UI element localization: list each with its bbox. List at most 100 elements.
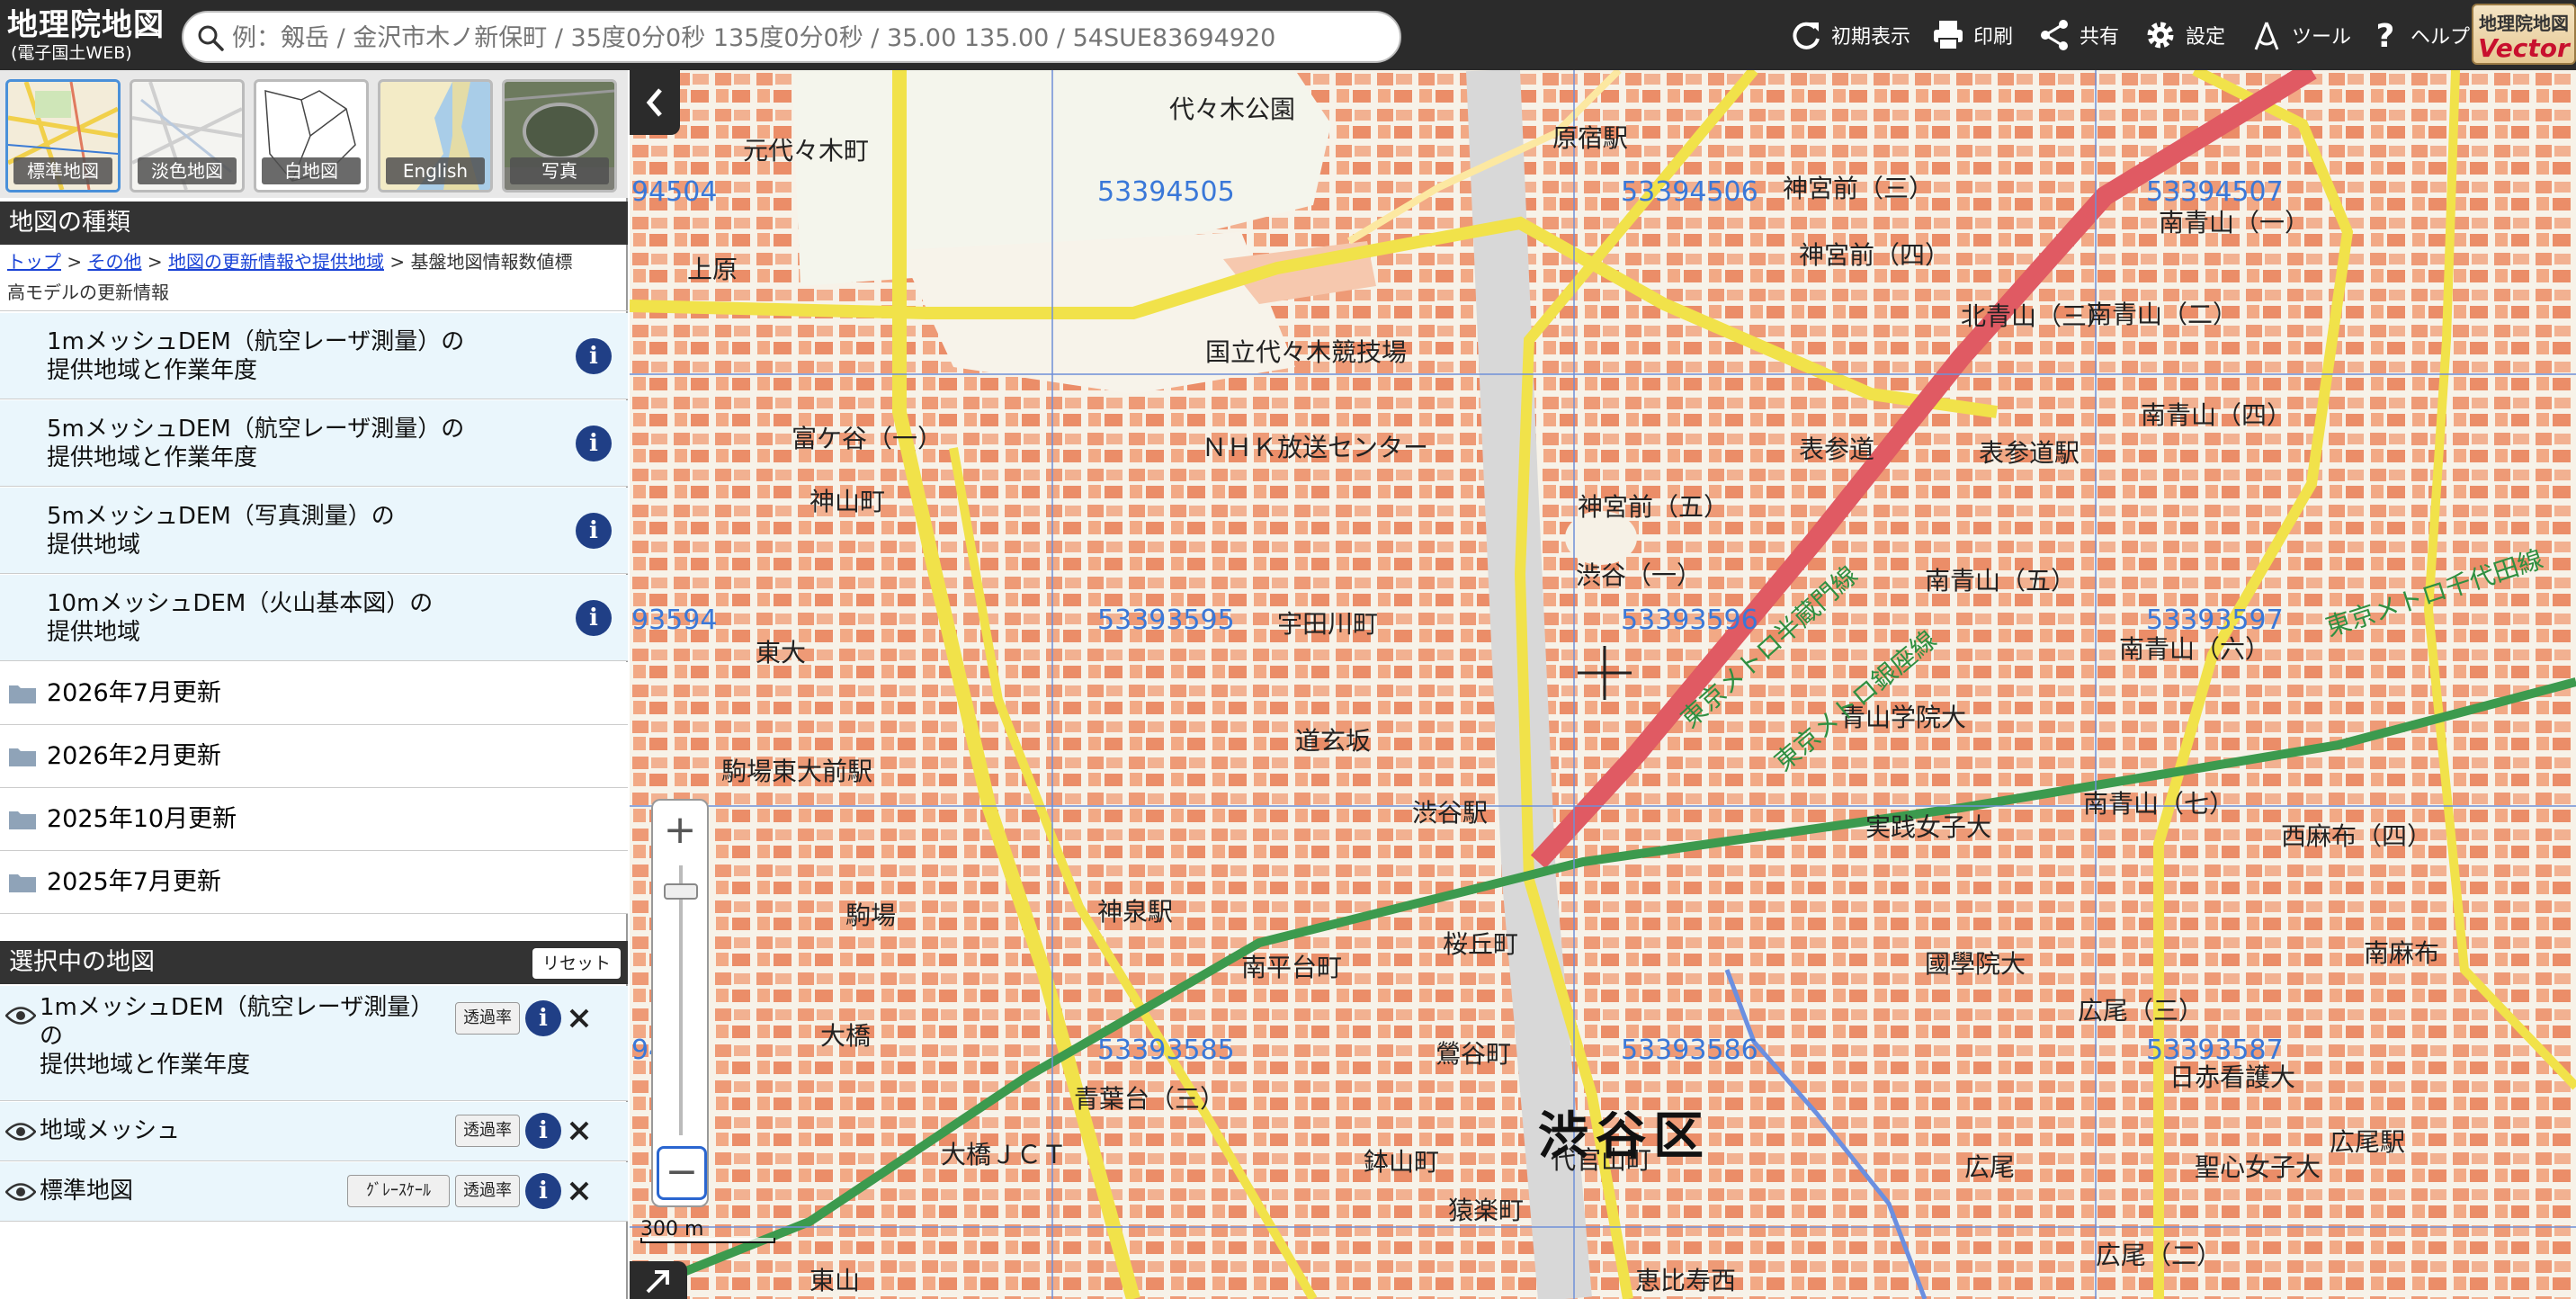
- expand-button[interactable]: [630, 1261, 687, 1299]
- info-icon[interactable]: i: [525, 1173, 561, 1209]
- place-label: 日赤看護大: [2169, 1062, 2296, 1092]
- help-icon: ?: [2376, 18, 2395, 53]
- breadcrumb-current-cont: 高モデルの更新情報: [7, 282, 169, 303]
- eye-icon[interactable]: [5, 1122, 36, 1142]
- logo-subtitle: (電子国土WEB): [11, 43, 132, 63]
- share-button[interactable]: 共有: [2036, 9, 2119, 61]
- place-label: 南青山（七）: [2083, 789, 2235, 819]
- print-label: 印刷: [1973, 26, 2014, 49]
- tools-button[interactable]: ツール: [2249, 9, 2351, 61]
- place-label: 原宿駅: [1552, 123, 1629, 153]
- close-icon[interactable]: [567, 1118, 592, 1143]
- map-canvas[interactable]: 94504 53394505 53394506 53394507 93594 5…: [630, 70, 2576, 1299]
- info-icon[interactable]: i: [525, 1000, 561, 1036]
- eye-icon[interactable]: [5, 1182, 36, 1202]
- eye-icon[interactable]: [5, 1006, 36, 1026]
- breadcrumb-update-link[interactable]: 地図の更新情報や提供地域: [168, 251, 384, 273]
- zoom-slider-track[interactable]: [679, 865, 683, 1135]
- basemap-english[interactable]: English: [378, 79, 493, 193]
- folder-label: 2026年2月更新: [47, 742, 221, 770]
- place-label: 神宮前（五）: [1578, 492, 1730, 522]
- share-icon: [2041, 20, 2068, 50]
- zoom-out-button[interactable]: −: [657, 1146, 707, 1200]
- close-icon[interactable]: [567, 1178, 592, 1204]
- info-icon[interactable]: i: [576, 513, 612, 549]
- breadcrumb-other-link[interactable]: その他: [87, 251, 141, 273]
- info-icon[interactable]: i: [576, 338, 612, 374]
- tools-label: ツール: [2292, 26, 2352, 49]
- place-label: 大橋: [820, 1021, 872, 1051]
- mesh-code-label: 93594: [631, 605, 718, 636]
- selected-layer-standard: 標準地図 ｸﾞﾚｰｽｹｰﾙ 透過率 i: [0, 1162, 628, 1222]
- place-label: 表参道: [1799, 434, 1875, 464]
- layer-item-10m-dem-volcano[interactable]: 10mメッシュDEM（火山基本図）の 提供地域 i: [0, 575, 628, 661]
- chevron-left-icon: [646, 88, 662, 117]
- place-label: 広尾駅: [2330, 1127, 2406, 1157]
- basemap-photo[interactable]: 写真: [502, 79, 617, 193]
- scale-bar-line: [640, 1238, 775, 1243]
- share-label: 共有: [2080, 26, 2120, 49]
- folder-2025-07[interactable]: 2025年7月更新: [0, 851, 628, 914]
- search-icon[interactable]: [196, 23, 225, 52]
- folder-label: 2025年7月更新: [47, 868, 221, 896]
- ward-label: 渋谷区: [1538, 1107, 1711, 1166]
- place-label: 南青山（一）: [2159, 208, 2311, 237]
- help-label: ヘルプ: [2411, 26, 2471, 49]
- place-label: 桜丘町: [1443, 929, 1519, 959]
- zoom-slider-handle[interactable]: [664, 883, 698, 900]
- print-button[interactable]: 印刷: [1930, 9, 2013, 61]
- vector-logo[interactable]: 地理院地図 Vector: [2472, 4, 2576, 65]
- place-label: 聖心女子大: [2195, 1152, 2321, 1182]
- close-icon[interactable]: [567, 1006, 592, 1031]
- mesh-code-label: 94504: [631, 176, 718, 208]
- folder-2026-07[interactable]: 2026年7月更新: [0, 662, 628, 725]
- vector-logo-title: 地理院地図: [2479, 13, 2569, 34]
- print-icon: [1934, 21, 1963, 50]
- collapse-sidebar-button[interactable]: [630, 70, 680, 135]
- basemap-blank[interactable]: 白地図: [254, 79, 369, 193]
- selected-layer-label: 標準地図: [40, 1178, 134, 1205]
- folder-2026-02[interactable]: 2026年2月更新: [0, 725, 628, 788]
- transparency-button[interactable]: 透過率: [455, 1175, 520, 1207]
- zoom-in-button[interactable]: +: [653, 801, 707, 860]
- layer-item-5m-dem-laser[interactable]: 5mメッシュDEM（航空レーザ測量）の 提供地域と作業年度 i: [0, 400, 628, 487]
- mesh-code-label: 53393586: [1621, 1035, 1758, 1066]
- basemap-pale[interactable]: 淡色地図: [130, 79, 245, 193]
- place-label: 南青山（二）: [2087, 300, 2239, 329]
- place-label: 富ケ谷（一）: [792, 424, 944, 453]
- info-icon[interactable]: i: [525, 1113, 561, 1149]
- basemap-standard-label: 標準地図: [13, 157, 112, 184]
- layer-item-5m-dem-photo[interactable]: 5mメッシュDEM（写真測量）の 提供地域 i: [0, 488, 628, 574]
- zoom-control: + −: [651, 799, 709, 1207]
- place-label: 広尾（二）: [2096, 1241, 2223, 1270]
- app-logo[interactable]: 地理院地図 (電子国土WEB): [7, 7, 176, 65]
- search-input[interactable]: [232, 20, 1383, 56]
- transparency-button[interactable]: 透過率: [455, 1002, 520, 1035]
- info-icon[interactable]: i: [576, 426, 612, 461]
- reset-button[interactable]: リセット: [532, 948, 621, 979]
- basemap-standard[interactable]: 標準地図: [5, 79, 121, 193]
- selected-layer-label: 1mメッシュDEM（航空レーザ測量）の提供地域と作業年度: [40, 994, 434, 1079]
- mesh-code-label: 53393596: [1621, 605, 1758, 636]
- transparency-button[interactable]: 透過率: [455, 1115, 520, 1147]
- sidebar: 標準地図 淡色地図 白地図 English 写真 地図の種類 トップ > その他…: [0, 70, 628, 1299]
- place-label: 渋谷（一）: [1576, 560, 1703, 590]
- grayscale-button[interactable]: ｸﾞﾚｰｽｹｰﾙ: [347, 1175, 450, 1207]
- place-label: 南麻布: [2364, 938, 2440, 968]
- place-label: 恵比寿西: [1635, 1266, 1737, 1295]
- breadcrumb-top-link[interactable]: トップ: [7, 251, 61, 273]
- help-button[interactable]: ? ヘルプ: [2367, 9, 2470, 61]
- reset-view-button[interactable]: 初期表示: [1788, 9, 1910, 61]
- breadcrumb-current: 基盤地図情報数値標: [410, 251, 573, 273]
- breadcrumb: トップ > その他 > 地図の更新情報や提供地域 > 基盤地図情報数値標 高モデ…: [0, 246, 628, 311]
- settings-button[interactable]: 設定: [2142, 9, 2225, 61]
- folder-icon: [9, 748, 36, 766]
- breadcrumb-separator: >: [67, 251, 83, 273]
- layer-item-1m-dem-laser[interactable]: 1mメッシュDEM（航空レーザ測量）の 提供地域と作業年度 i: [0, 313, 628, 399]
- place-label: 神宮前（四）: [1799, 240, 1951, 270]
- mesh-code-label: 53393595: [1097, 605, 1235, 636]
- selected-layer-mesh: 地域メッシュ 透過率 i: [0, 1102, 628, 1161]
- info-icon[interactable]: i: [576, 600, 612, 636]
- header-bar: 地理院地図 (電子国土WEB) 初期表示 印刷 共有 設定 ツール ? ヘルプ …: [0, 0, 2576, 70]
- folder-2025-10[interactable]: 2025年10月更新: [0, 788, 628, 851]
